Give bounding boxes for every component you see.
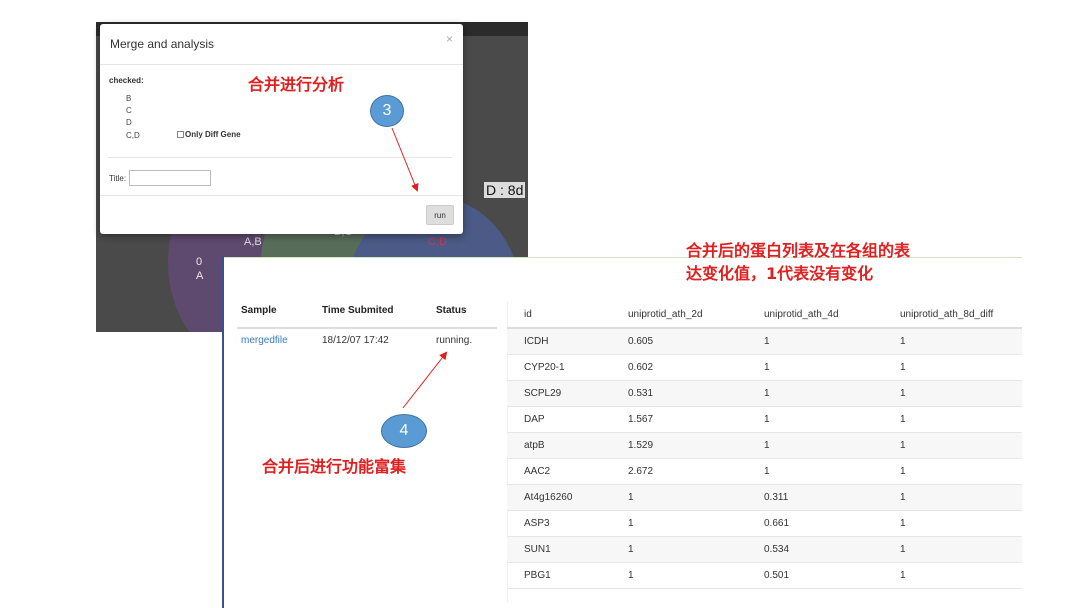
annotation-functional-enrichment: 合并后进行功能富集	[262, 457, 407, 476]
step-4-badge: 4	[381, 414, 427, 448]
arrow-step3	[391, 127, 419, 192]
annotation-merge-analysis: 合并进行分析	[248, 75, 345, 94]
annotation-table-line-2: 达变化值，1代表没有变化	[686, 264, 874, 283]
annotation-arrows	[391, 127, 448, 409]
annotation-table-line-1: 合并后的蛋白列表及在各组的表	[686, 241, 911, 260]
step-3-badge: 3	[370, 95, 404, 127]
arrow-step4	[402, 351, 448, 409]
